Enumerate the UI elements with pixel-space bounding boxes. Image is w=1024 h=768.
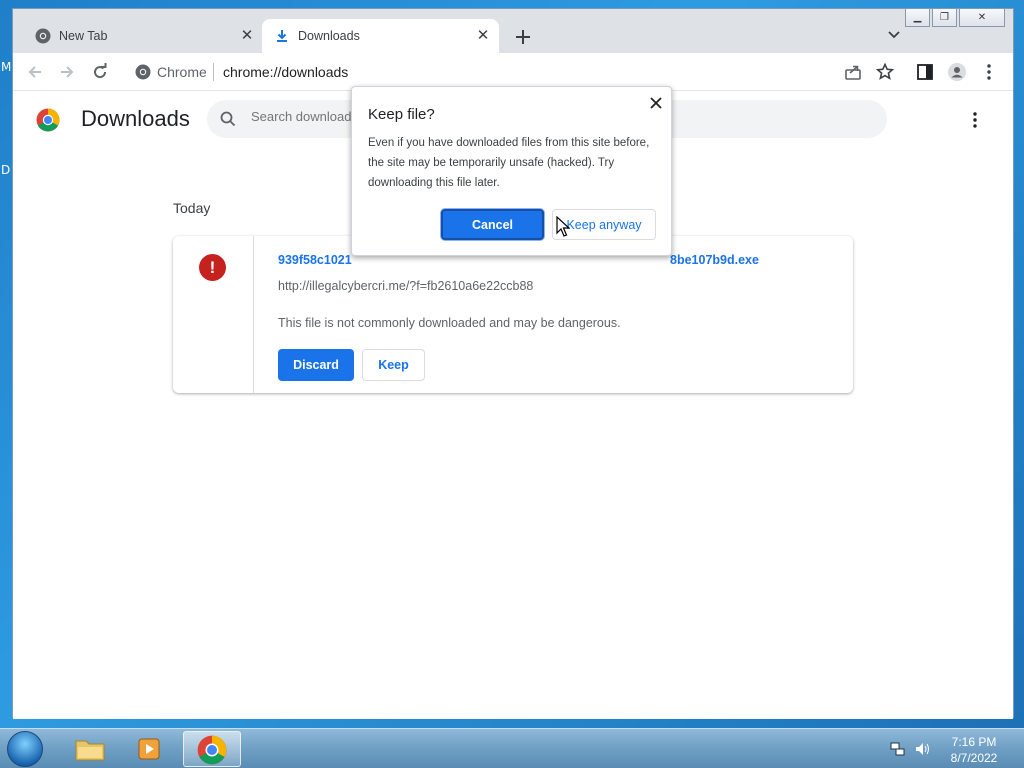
download-warning-text: This file is not commonly downloaded and… bbox=[278, 316, 621, 330]
cancel-button[interactable]: Cancel bbox=[441, 209, 544, 240]
forward-arrow-icon[interactable] bbox=[57, 62, 77, 82]
tab-label: Downloads bbox=[298, 29, 360, 43]
address-bar[interactable]: Chrome chrome://downloads bbox=[125, 57, 895, 87]
chrome-logo-icon bbox=[36, 108, 60, 132]
discard-button[interactable]: Discard bbox=[278, 349, 354, 381]
folder-icon bbox=[75, 740, 105, 761]
taskbar-media-player[interactable] bbox=[122, 731, 180, 767]
omnibox-url[interactable]: chrome://downloads bbox=[223, 64, 348, 80]
tab-new-tab[interactable]: New Tab ✕ bbox=[23, 19, 263, 53]
download-filename-link[interactable]: 939f58c1021 bbox=[278, 253, 352, 267]
media-player-icon bbox=[138, 738, 160, 760]
close-icon[interactable]: ✕ bbox=[237, 26, 257, 46]
date-section-label: Today bbox=[173, 200, 211, 216]
taskbar-explorer[interactable] bbox=[62, 731, 120, 767]
clock-date: 8/7/2022 bbox=[950, 751, 998, 765]
windows-start-icon[interactable] bbox=[7, 731, 43, 767]
window-controls: ▁ ❐ ✕ bbox=[903, 9, 1005, 27]
chrome-icon bbox=[197, 735, 227, 765]
download-item-card: ! 939f58c1021 8be107b9d.exe http://illeg… bbox=[173, 236, 853, 393]
keep-button[interactable]: Keep bbox=[362, 349, 425, 381]
desktop-icon-label: M bbox=[1, 60, 12, 74]
new-tab-plus-icon[interactable] bbox=[512, 26, 534, 48]
mouse-cursor-icon bbox=[556, 216, 570, 237]
card-divider bbox=[253, 236, 254, 393]
close-icon[interactable]: ✕ bbox=[473, 26, 493, 46]
taskbar-chrome[interactable] bbox=[183, 731, 241, 767]
minimize-icon[interactable]: ▁ bbox=[905, 9, 930, 27]
omnibox-divider bbox=[213, 63, 214, 81]
desktop-icon-label: D bbox=[1, 163, 11, 177]
system-clock[interactable]: 7:16 PM 8/7/2022 bbox=[944, 734, 1004, 766]
tab-strip: New Tab ✕ Downloads ✕ ▁ ❐ ✕ bbox=[13, 9, 1013, 53]
danger-warning-icon: ! bbox=[199, 254, 226, 281]
page-title: Downloads bbox=[81, 106, 190, 131]
search-icon bbox=[220, 111, 236, 127]
more-actions-icon[interactable] bbox=[971, 111, 979, 129]
side-panel-icon[interactable] bbox=[915, 62, 935, 82]
star-icon[interactable] bbox=[875, 62, 895, 82]
chrome-icon bbox=[135, 64, 151, 80]
download-icon bbox=[277, 30, 287, 42]
omnibox-site-label: Chrome bbox=[157, 64, 207, 80]
dialog-title: Keep file? bbox=[368, 106, 435, 123]
download-source-url[interactable]: http://illegalcybercri.me/?f=fb2610a6e22… bbox=[278, 279, 533, 293]
window-close-icon[interactable]: ✕ bbox=[959, 9, 1005, 27]
chrome-icon bbox=[35, 28, 51, 44]
close-icon[interactable] bbox=[646, 93, 666, 113]
taskbar: 7:16 PM 8/7/2022 bbox=[0, 728, 1024, 768]
network-icon[interactable] bbox=[890, 741, 906, 757]
clock-time: 7:16 PM bbox=[951, 735, 997, 749]
chevron-down-icon[interactable] bbox=[886, 28, 902, 42]
tab-downloads[interactable]: Downloads ✕ bbox=[262, 19, 499, 53]
share-icon[interactable] bbox=[843, 62, 863, 82]
back-arrow-icon[interactable] bbox=[25, 62, 45, 82]
profile-avatar-icon[interactable] bbox=[947, 62, 967, 82]
reload-icon[interactable] bbox=[90, 62, 110, 82]
download-filename-link-end[interactable]: 8be107b9d.exe bbox=[670, 253, 759, 267]
dialog-body-text: Even if you have downloaded files from t… bbox=[368, 137, 650, 189]
volume-icon[interactable] bbox=[914, 741, 930, 757]
more-menu-icon[interactable] bbox=[979, 62, 999, 82]
keep-file-dialog: Keep file? Even if you have downloaded f… bbox=[351, 86, 672, 256]
tab-label: New Tab bbox=[59, 29, 108, 43]
maximize-icon[interactable]: ❐ bbox=[932, 9, 957, 27]
